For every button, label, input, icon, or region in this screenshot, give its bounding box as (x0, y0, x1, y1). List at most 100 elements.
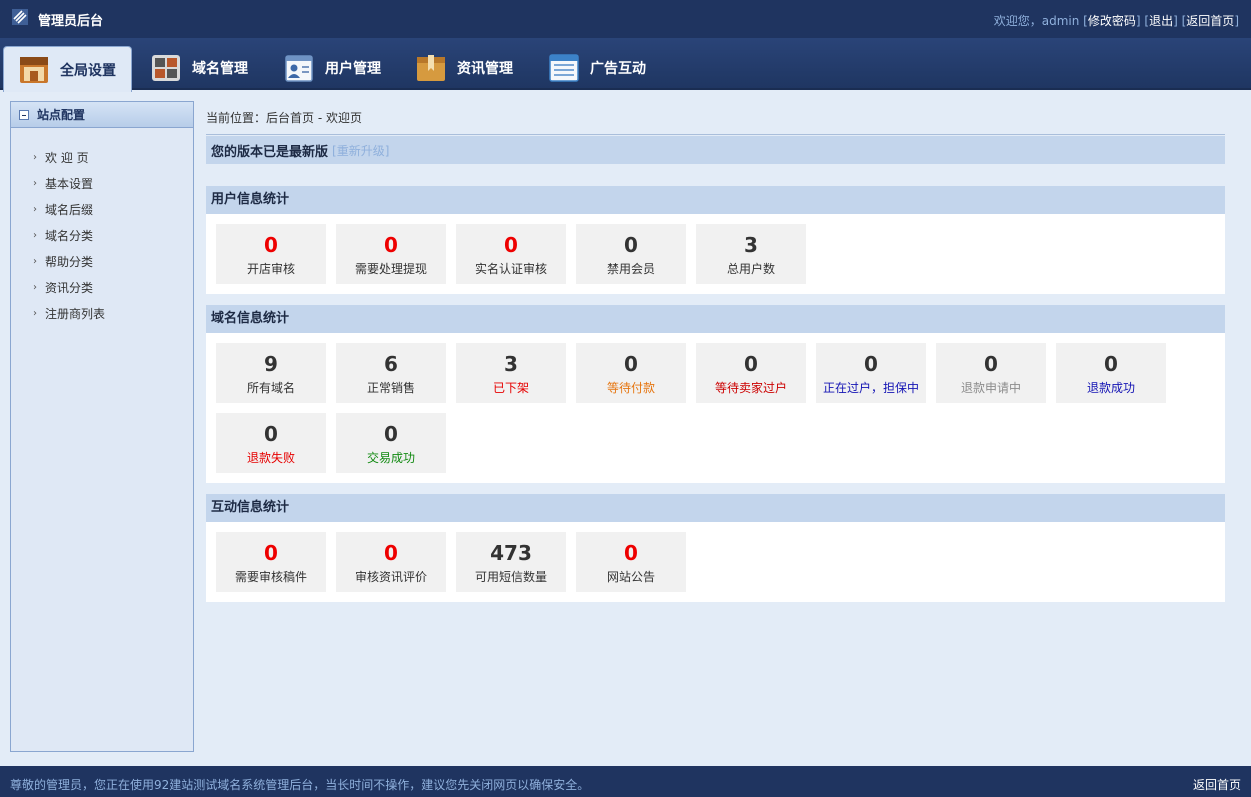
stat-value: 0 (864, 352, 878, 376)
stat-label: 可用短信数量 (474, 570, 547, 584)
sidebar-title: 站点配置 (37, 108, 86, 122)
sidebar-item-welcome[interactable]: › 欢 迎 页 (11, 144, 193, 170)
sidebar-item-help-category[interactable]: › 帮助分类 (11, 248, 193, 274)
stat-label: 已下架 (492, 381, 529, 395)
home-link[interactable]: 返回首页 (1186, 14, 1234, 28)
stat-value: 0 (984, 352, 998, 376)
stat-label: 交易成功 (366, 451, 415, 465)
chevron-right-icon: › (33, 307, 37, 319)
stat-card[interactable]: 0 等待付款 (576, 343, 686, 403)
tab-user-management[interactable]: 用户管理 (283, 46, 381, 90)
stat-value: 0 (624, 233, 638, 257)
tab-ad-interaction[interactable]: 广告互动 (548, 46, 646, 90)
stat-value: 6 (384, 352, 398, 376)
sidebar-item-label: 注册商列表 (45, 306, 106, 321)
stat-value: 0 (384, 233, 398, 257)
stat-card[interactable]: 0 退款失败 (216, 413, 326, 473)
logout-link[interactable]: 退出 (1149, 14, 1173, 28)
chevron-right-icon: › (33, 151, 37, 163)
change-password-link[interactable]: 修改密码 (1088, 14, 1136, 28)
tab-label: 广告互动 (590, 61, 646, 77)
stat-value: 0 (504, 233, 518, 257)
welcome-text: 欢迎您，admin (993, 14, 1080, 28)
stat-label: 退款失败 (246, 451, 295, 465)
sidebar-header[interactable]: 站点配置 (11, 102, 193, 128)
sidebar-item-label: 基本设置 (45, 176, 94, 191)
stat-label: 禁用会员 (606, 262, 655, 276)
stat-value: 473 (490, 541, 532, 565)
tab-label: 全局设置 (60, 62, 116, 79)
stat-cards: 9 所有域名 6 正常销售 3 已下架 0 等待付款 0 等待卖家过户 0 正在过户，担保中 0 退款申请… (206, 333, 1225, 483)
sidebar-item-basic-settings[interactable]: › 基本设置 (11, 170, 193, 196)
stat-card[interactable]: 9 所有域名 (216, 343, 326, 403)
stat-value: 0 (384, 422, 398, 446)
stat-card[interactable]: 0 禁用会员 (576, 224, 686, 284)
section-title: 互动信息统计 (206, 494, 1225, 522)
stat-value: 0 (624, 352, 638, 376)
stat-cards: 0 开店审核 0 需要处理提现 0 实名认证审核 0 禁用会员 3 总用户数 (206, 214, 1225, 294)
stat-card[interactable]: 6 正常销售 (336, 343, 446, 403)
stat-label: 需要处理提现 (354, 262, 427, 276)
sidebar-menu: › 欢 迎 页 › 基本设置 › 域名后缀 › 域名分类 › 帮助分类 › 资讯分类 › 注册… (11, 128, 193, 326)
stat-card[interactable]: 0 退款成功 (1056, 343, 1166, 403)
sidebar-item-label: 域名分类 (45, 228, 94, 243)
user-card-icon (283, 53, 315, 83)
stat-card[interactable]: 0 等待卖家过户 (696, 343, 806, 403)
sidebar-item-news-category[interactable]: › 资讯分类 (11, 274, 193, 300)
sidebar-item-label: 资讯分类 (45, 280, 94, 295)
version-text: 您的版本已是最新版 (211, 144, 329, 160)
stat-label: 总用户数 (726, 262, 775, 276)
stat-card[interactable]: 0 交易成功 (336, 413, 446, 473)
stat-value: 9 (264, 352, 278, 376)
stat-card[interactable]: 0 开店审核 (216, 224, 326, 284)
tab-domain-management[interactable]: 域名管理 (150, 46, 248, 90)
sidebar-item-domain-category[interactable]: › 域名分类 (11, 222, 193, 248)
tab-label: 域名管理 (192, 61, 248, 77)
stat-card[interactable]: 0 退款申请中 (936, 343, 1046, 403)
tab-news-management[interactable]: 资讯管理 (415, 46, 513, 90)
stat-card[interactable]: 0 审核资讯评价 (336, 532, 446, 592)
stat-card[interactable]: 0 需要审核稿件 (216, 532, 326, 592)
stat-label: 需要审核稿件 (234, 570, 307, 584)
stat-value: 0 (624, 541, 638, 565)
stat-card[interactable]: 3 已下架 (456, 343, 566, 403)
stat-value: 0 (744, 352, 758, 376)
sidebar-item-label: 域名后缀 (45, 202, 94, 217)
stat-cards: 0 需要审核稿件 0 审核资讯评价 473 可用短信数量 0 网站公告 (206, 522, 1225, 602)
folder-icon (415, 53, 447, 83)
list-window-icon (548, 53, 580, 83)
stat-label: 开店审核 (246, 262, 295, 276)
stat-card[interactable]: 0 网站公告 (576, 532, 686, 592)
user-stats-section: 用户信息统计 0 开店审核 0 需要处理提现 0 实名认证审核 0 禁用会员 3 总用户数 (206, 186, 1225, 294)
sidebar-item-domain-suffix[interactable]: › 域名后缀 (11, 196, 193, 222)
stat-label: 正在过户，担保中 (822, 381, 919, 395)
domain-stats-section: 域名信息统计 9 所有域名 6 正常销售 3 已下架 0 等待付款 0 等待卖家过户 0 正在过户，担… (206, 305, 1225, 483)
stat-card[interactable]: 0 需要处理提现 (336, 224, 446, 284)
stat-card[interactable]: 473 可用短信数量 (456, 532, 566, 592)
tab-label: 资讯管理 (457, 61, 513, 77)
chevron-right-icon: › (33, 203, 37, 215)
collapse-icon[interactable] (19, 109, 29, 120)
tab-global-settings[interactable]: 全局设置 (3, 46, 132, 92)
breadcrumb: 当前位置：后台首页 - 欢迎页 (206, 101, 1225, 135)
sidebar-item-registrar-list[interactable]: › 注册商列表 (11, 300, 193, 326)
footer-message: 尊敬的管理员，您正在使用92建站测试域名系统管理后台，当长时间不操作，建议您先关… (10, 778, 590, 792)
stat-card[interactable]: 3 总用户数 (696, 224, 806, 284)
stat-label: 审核资讯评价 (354, 570, 427, 584)
footer-home-link[interactable]: 返回首页 (1193, 776, 1241, 793)
sidebar-item-label: 帮助分类 (45, 254, 94, 269)
stat-card[interactable]: 0 实名认证审核 (456, 224, 566, 284)
upgrade-link[interactable]: [重新升级] (332, 142, 389, 159)
stat-label: 退款申请中 (960, 381, 1021, 395)
version-bar: 您的版本已是最新版 [重新升级] (206, 136, 1225, 164)
chevron-right-icon: › (33, 229, 37, 241)
chevron-right-icon: › (33, 177, 37, 189)
stat-card[interactable]: 0 正在过户，担保中 (816, 343, 926, 403)
stat-value: 0 (264, 233, 278, 257)
stat-label: 等待卖家过户 (714, 381, 787, 395)
stat-label: 网站公告 (606, 570, 655, 584)
logo-icon (12, 9, 28, 25)
top-links: 欢迎您，admin [修改密码] [退出] [返回首页] (993, 14, 1239, 28)
main-content: 当前位置：后台首页 - 欢迎页 您的版本已是最新版 [重新升级] 用户信息统计 … (206, 101, 1225, 602)
stat-label: 正常销售 (366, 381, 415, 395)
